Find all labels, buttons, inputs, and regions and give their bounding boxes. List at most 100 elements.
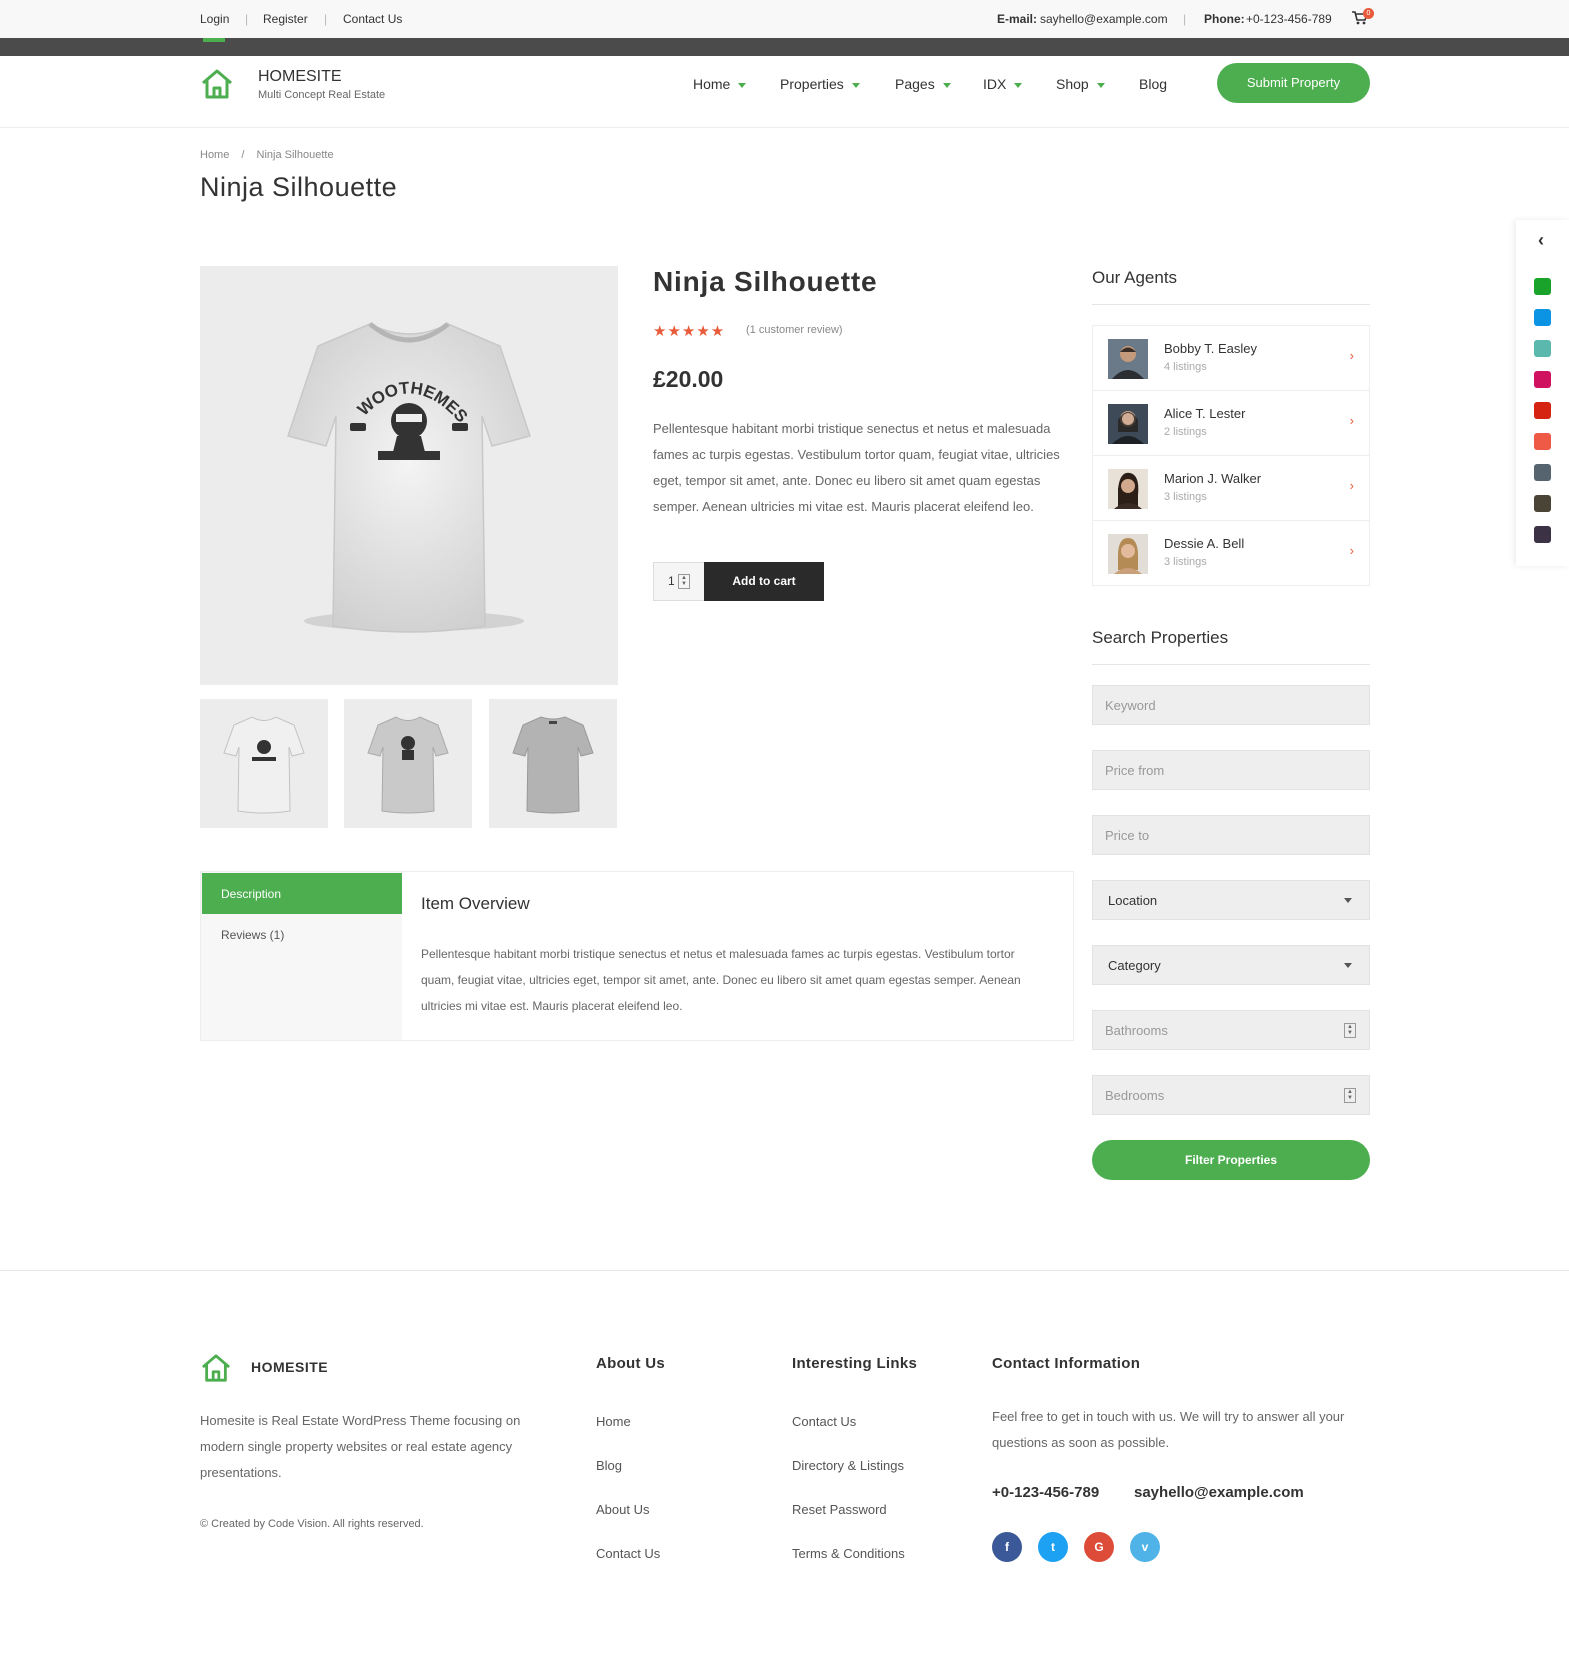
chevron-right-icon[interactable]: ›: [1350, 348, 1354, 363]
page-title: Ninja Silhouette: [200, 172, 398, 202]
submit-property-button[interactable]: Submit Property: [1217, 63, 1370, 103]
agent-name[interactable]: Marion J. Walker: [1164, 471, 1261, 486]
nav-idx[interactable]: IDX: [983, 76, 1023, 92]
footer-contact-text: Feel free to get in touch with us. We wi…: [992, 1409, 1345, 1450]
bedrooms-input[interactable]: Bedrooms ▲ ▼: [1092, 1075, 1370, 1115]
footer-email[interactable]: sayhello@example.com: [1134, 1484, 1304, 1501]
chevron-right-icon[interactable]: ›: [1350, 478, 1354, 493]
product-thumbnail-3[interactable]: [489, 699, 617, 828]
spinner-arrows-icon[interactable]: ▲ ▼: [1344, 1023, 1356, 1038]
price-from-input[interactable]: Price from: [1092, 750, 1370, 790]
facebook-icon[interactable]: f: [992, 1532, 1022, 1562]
breadcrumb-home[interactable]: Home: [200, 149, 229, 161]
breadcrumb: Home / Ninja Silhouette: [200, 149, 334, 161]
chevron-right-icon[interactable]: ›: [1350, 543, 1354, 558]
color-swatch[interactable]: [1534, 278, 1551, 295]
category-select[interactable]: Category: [1092, 945, 1370, 985]
tab-description[interactable]: Description: [202, 873, 402, 914]
vimeo-icon[interactable]: v: [1130, 1532, 1160, 1562]
footer-contact-heading: Contact Information: [992, 1355, 1141, 1372]
keyword-input[interactable]: Keyword: [1092, 685, 1370, 725]
tshirt-thumb-image: [223, 716, 305, 814]
product-thumbnail-2[interactable]: [344, 699, 472, 828]
footer-link-home[interactable]: Home: [596, 1414, 631, 1429]
agent-item[interactable]: Dessie A. Bell 3 listings ›: [1093, 521, 1369, 586]
spinner-arrows-icon[interactable]: ▲ ▼: [678, 574, 690, 589]
phone-value[interactable]: +0-123-456-789: [1246, 12, 1332, 26]
brand-name[interactable]: HOMESITE: [258, 68, 342, 86]
chevron-right-icon[interactable]: ›: [1350, 413, 1354, 428]
color-swatch[interactable]: [1534, 526, 1551, 543]
login-link[interactable]: Login: [200, 12, 229, 26]
color-switcher-panel: ‹: [1516, 220, 1569, 566]
bathrooms-placeholder: Bathrooms: [1105, 1023, 1168, 1038]
footer-divider: [0, 1270, 1569, 1271]
footer-link-blog[interactable]: Blog: [596, 1458, 622, 1473]
color-swatch[interactable]: [1534, 371, 1551, 388]
divider: |: [245, 12, 249, 26]
quantity-value: 1: [668, 574, 675, 588]
nav-properties-label: Properties: [780, 76, 844, 92]
copyright: © Created by Code Vision. All rights res…: [200, 1518, 424, 1530]
footer-brand[interactable]: HOMESITE: [251, 1359, 328, 1375]
footer-link-directory[interactable]: Directory & Listings: [792, 1458, 904, 1473]
twitter-icon[interactable]: t: [1038, 1532, 1068, 1562]
agent-name[interactable]: Bobby T. Easley: [1164, 341, 1257, 356]
agent-name[interactable]: Dessie A. Bell: [1164, 536, 1244, 551]
tab-reviews[interactable]: Reviews (1): [221, 928, 284, 942]
chevron-down-icon: [1344, 898, 1352, 903]
add-to-cart-button[interactable]: Add to cart: [704, 562, 824, 601]
color-swatch[interactable]: [1534, 309, 1551, 326]
filter-properties-button[interactable]: Filter Properties: [1092, 1140, 1370, 1180]
avatar: [1108, 469, 1148, 509]
footer-link-reset-password[interactable]: Reset Password: [792, 1502, 887, 1517]
bathrooms-input[interactable]: Bathrooms ▲ ▼: [1092, 1010, 1370, 1050]
product-thumbnail-1[interactable]: [200, 699, 328, 828]
email-value[interactable]: sayhello@example.com: [1040, 12, 1168, 26]
agent-item[interactable]: Bobby T. Easley 4 listings ›: [1093, 326, 1369, 391]
top-bar: Login | Register | Contact Us E-mail: sa…: [0, 0, 1569, 38]
agent-listings: 2 listings: [1164, 426, 1207, 438]
chevron-down-icon: [1014, 82, 1023, 88]
contact-link[interactable]: Contact Us: [343, 12, 402, 26]
product-main-image[interactable]: WOOTHEMES: [200, 266, 618, 685]
nav-pages[interactable]: Pages: [895, 76, 951, 92]
chevron-left-icon[interactable]: ‹: [1538, 230, 1544, 251]
agent-name[interactable]: Alice T. Lester: [1164, 406, 1245, 421]
agent-listings: 3 listings: [1164, 556, 1207, 568]
spinner-arrows-icon[interactable]: ▲ ▼: [1344, 1088, 1356, 1103]
footer-phone[interactable]: +0-123-456-789: [992, 1484, 1099, 1501]
nav-shop-label: Shop: [1056, 76, 1089, 92]
color-swatch[interactable]: [1534, 402, 1551, 419]
nav-blog[interactable]: Blog: [1139, 76, 1167, 92]
customer-review-link[interactable]: (1 customer review): [746, 324, 843, 336]
footer-link-about[interactable]: About Us: [596, 1502, 649, 1517]
nav-properties[interactable]: Properties: [780, 76, 860, 92]
price-to-input[interactable]: Price to: [1092, 815, 1370, 855]
google-plus-icon[interactable]: G: [1084, 1532, 1114, 1562]
avatar: [1108, 404, 1148, 444]
tshirt-image: WOOTHEMES: [287, 322, 531, 633]
location-select[interactable]: Location: [1092, 880, 1370, 920]
color-swatch[interactable]: [1534, 340, 1551, 357]
footer-link-contact-us[interactable]: Contact Us: [792, 1414, 856, 1429]
top-strip: [0, 38, 1569, 56]
product-price: £20.00: [653, 366, 724, 392]
quantity-stepper[interactable]: 1 ▲ ▼: [653, 562, 705, 601]
agent-listings: 3 listings: [1164, 491, 1207, 503]
home-logo-icon[interactable]: [200, 68, 234, 105]
agent-item[interactable]: Alice T. Lester 2 listings ›: [1093, 391, 1369, 456]
home-logo-icon[interactable]: [200, 1353, 232, 1388]
tab-heading: Item Overview: [421, 894, 530, 913]
color-swatch[interactable]: [1534, 464, 1551, 481]
nav-shop[interactable]: Shop: [1056, 76, 1105, 92]
color-swatch[interactable]: [1534, 433, 1551, 450]
footer-link-contact[interactable]: Contact Us: [596, 1546, 660, 1561]
agent-item[interactable]: Marion J. Walker 3 listings ›: [1093, 456, 1369, 521]
footer-link-terms[interactable]: Terms & Conditions: [792, 1546, 905, 1561]
nav-home[interactable]: Home: [693, 76, 747, 92]
breadcrumb-separator: /: [241, 149, 245, 161]
register-link[interactable]: Register: [263, 12, 308, 26]
divider: [1092, 304, 1370, 305]
color-swatch[interactable]: [1534, 495, 1551, 512]
